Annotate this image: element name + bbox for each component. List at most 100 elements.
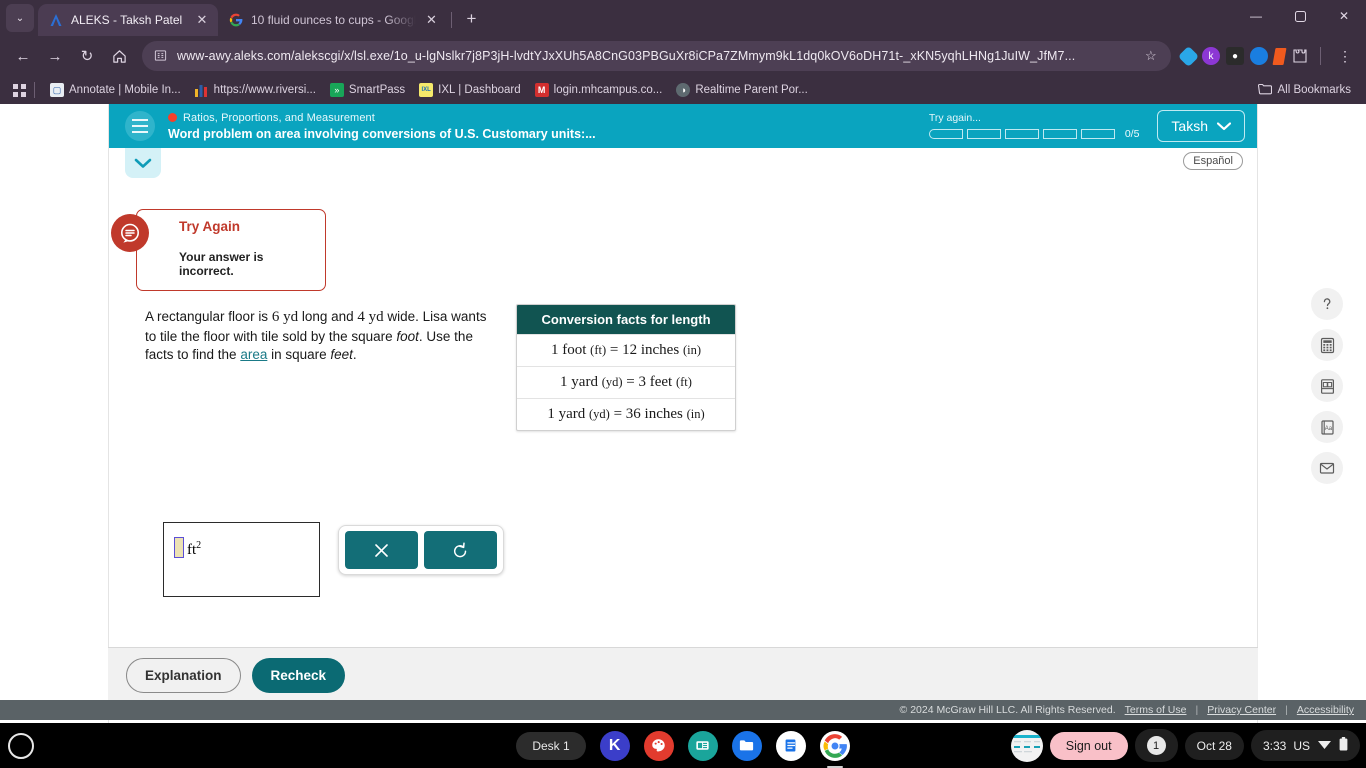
mail-icon[interactable] xyxy=(1311,452,1343,484)
gorilla-extension-icon[interactable]: ● xyxy=(1226,47,1244,65)
window-preview-icon[interactable] xyxy=(1010,729,1043,762)
tab-google-search[interactable]: 10 fluid ounces to cups - Googl ✕ xyxy=(218,4,447,36)
calculator-icon[interactable] xyxy=(1311,329,1343,361)
all-bookmarks-label: All Bookmarks xyxy=(1277,84,1352,96)
bookmark-ixl[interactable]: IXL IXL | Dashboard xyxy=(412,80,527,100)
accessibility-link[interactable]: Accessibility xyxy=(1297,704,1354,716)
cell-equals: = xyxy=(626,374,635,390)
svg-text:Aa: Aa xyxy=(1324,426,1332,432)
chrome-app-icon[interactable] xyxy=(819,730,850,761)
kami-app-icon[interactable]: K xyxy=(599,730,630,761)
privacy-center-link[interactable]: Privacy Center xyxy=(1207,704,1276,716)
battery-icon xyxy=(1339,737,1348,754)
aleks-icon xyxy=(48,12,64,28)
close-icon[interactable]: ✕ xyxy=(194,12,210,28)
files-app-icon[interactable] xyxy=(731,730,762,761)
sub-bar: Español xyxy=(109,148,1257,180)
header-titles: Ratios, Proportions, and Measurement Wor… xyxy=(168,112,929,141)
paint-app-icon[interactable] xyxy=(643,730,674,761)
puzzle-extensions-icon[interactable] xyxy=(1291,47,1309,65)
maximize-button[interactable] xyxy=(1278,0,1322,32)
bookmark-realtime-parent[interactable]: ◑ Realtime Parent Por... xyxy=(669,80,815,100)
answer-unit-label: ft xyxy=(187,542,197,558)
new-tab-button[interactable]: + xyxy=(458,6,484,32)
bookmark-star-icon[interactable]: ☆ xyxy=(1145,48,1161,64)
address-bar[interactable]: www-awy.aleks.com/alekscgi/x/lsl.exe/1o_… xyxy=(142,41,1171,71)
undo-icon[interactable] xyxy=(424,531,497,569)
feedback-bubble-icon xyxy=(111,214,149,252)
reload-icon[interactable]: ↻ xyxy=(72,41,102,71)
shelf-app-area: Desk 1 K xyxy=(516,730,850,761)
problem-text-1: A rectangular floor is xyxy=(145,309,272,324)
bookmark-label: Annotate | Mobile In... xyxy=(69,84,181,96)
status-dot-icon xyxy=(168,113,177,122)
site-info-icon[interactable] xyxy=(154,49,168,63)
cell-left-qty: 1 yard xyxy=(560,374,598,390)
bookmark-riverside[interactable]: https://www.riversi... xyxy=(188,80,323,100)
browser-toolbar: ← → ↻ www-awy.aleks.com/alekscgi/x/lsl.e… xyxy=(0,36,1366,76)
progress-segment xyxy=(966,129,1001,139)
shelf-left xyxy=(8,732,34,759)
answer-inner: ft2 xyxy=(164,523,319,558)
problem-title: Word problem on area involving conversio… xyxy=(168,126,596,141)
page-viewport: Ratios, Proportions, and Measurement Wor… xyxy=(0,104,1366,723)
bookmarks-bar: ▢ Annotate | Mobile In... https://www.ri… xyxy=(0,76,1366,104)
apps-grid-icon[interactable] xyxy=(8,83,30,97)
google-icon xyxy=(228,12,244,28)
progress-segment xyxy=(928,129,963,139)
tab-search-button[interactable]: ⌄ xyxy=(6,4,34,32)
extensions-area: k ● ⋮ xyxy=(1177,45,1358,67)
date-display[interactable]: Oct 28 xyxy=(1184,731,1244,760)
explanation-button[interactable]: Explanation xyxy=(126,658,241,693)
area-glossary-link[interactable]: area xyxy=(240,347,267,362)
espanol-button[interactable]: Español xyxy=(1183,152,1243,170)
problem-width: 4 yd xyxy=(357,309,384,325)
clear-x-icon[interactable] xyxy=(345,531,418,569)
pie-extension-icon[interactable] xyxy=(1250,47,1268,65)
sign-out-button[interactable]: Sign out xyxy=(1049,731,1128,760)
back-icon[interactable]: ← xyxy=(8,41,38,71)
home-icon[interactable] xyxy=(104,41,134,71)
system-tray[interactable]: 3:33 US xyxy=(1250,730,1360,761)
chromeos-shelf: Desk 1 K Sign out 1 Oct 28 3:33 US xyxy=(0,723,1366,768)
toolbar-divider xyxy=(1320,47,1321,65)
launcher-circle-icon[interactable] xyxy=(8,732,34,759)
classroom-app-icon[interactable] xyxy=(687,730,718,761)
topic-category-label: Ratios, Proportions, and Measurement xyxy=(183,111,375,124)
bookmark-label: https://www.riversi... xyxy=(213,84,316,96)
close-button[interactable]: ✕ xyxy=(1322,0,1366,32)
docs-app-icon[interactable] xyxy=(775,730,806,761)
collapse-panel-button[interactable] xyxy=(125,148,161,178)
problem-text-2: long and xyxy=(298,309,358,324)
recheck-button[interactable]: Recheck xyxy=(251,658,346,693)
table-row: 1 yard (yd) = 36 inches (in) xyxy=(517,398,735,430)
tab-aleks[interactable]: ALEKS - Taksh Patel ✕ xyxy=(38,4,218,36)
copyright-text: © 2024 McGraw Hill LLC. All Rights Reser… xyxy=(899,704,1116,716)
diamond-extension-icon[interactable] xyxy=(1177,45,1200,67)
user-menu-button[interactable]: Taksh xyxy=(1157,110,1245,142)
kami-extension-icon[interactable]: k xyxy=(1202,47,1220,65)
bookmark-annotate[interactable]: ▢ Annotate | Mobile In... xyxy=(43,80,188,100)
close-icon[interactable]: ✕ xyxy=(423,12,439,28)
orange-extension-icon[interactable] xyxy=(1272,47,1287,65)
reference-book-icon[interactable] xyxy=(1311,370,1343,402)
dictionary-icon[interactable]: Aa xyxy=(1311,411,1343,443)
conversion-facts-table: Conversion facts for length 1 foot (ft) … xyxy=(516,304,736,431)
tab-divider xyxy=(451,12,453,28)
separator: | xyxy=(1285,704,1288,716)
answer-math-field[interactable] xyxy=(174,537,184,558)
bookmark-mhcampus[interactable]: M login.mhcampus.co... xyxy=(528,80,670,100)
cell-right-unit: (ft) xyxy=(675,375,692,389)
forward-icon[interactable]: → xyxy=(40,41,70,71)
all-bookmarks-button[interactable]: All Bookmarks xyxy=(1251,80,1359,101)
notifications-button[interactable]: 1 xyxy=(1134,729,1178,762)
minimize-button[interactable]: — xyxy=(1234,0,1278,32)
answer-input-box[interactable]: ft2 xyxy=(163,522,320,597)
help-icon[interactable] xyxy=(1311,288,1343,320)
hamburger-icon[interactable] xyxy=(125,111,155,141)
terms-of-use-link[interactable]: Terms of Use xyxy=(1125,704,1187,716)
chrome-menu-icon[interactable]: ⋮ xyxy=(1332,48,1358,65)
chevron-down-icon xyxy=(1216,118,1232,134)
desk-button[interactable]: Desk 1 xyxy=(516,731,586,760)
bookmark-smartpass[interactable]: » SmartPass xyxy=(323,80,412,100)
